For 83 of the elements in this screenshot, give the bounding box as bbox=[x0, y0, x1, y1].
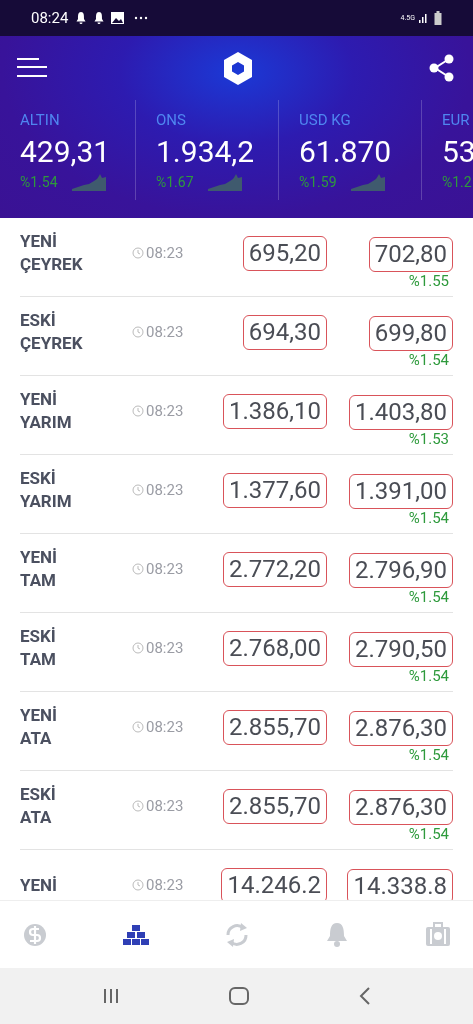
change-percent: %1.54 bbox=[408, 824, 449, 843]
buy-price: 2.855,70 bbox=[223, 709, 327, 745]
update-time: 08:23 bbox=[146, 637, 184, 659]
update-time: 08:23 bbox=[146, 400, 184, 422]
clock-icon bbox=[132, 642, 144, 654]
change-percent: %1.53 bbox=[408, 429, 449, 448]
sell-price: 2.790,50 bbox=[349, 631, 453, 667]
item-name: ESKİ ÇEYREK bbox=[20, 309, 84, 355]
ticker-panel[interactable]: ALTIN 429,31 %1.54 bbox=[0, 100, 136, 200]
buy-price: 2.772,20 bbox=[223, 551, 327, 587]
ticker-value: 53 bbox=[442, 133, 473, 171]
ticker-label: USD KG bbox=[299, 110, 352, 130]
clock-icon bbox=[132, 721, 144, 733]
item-name: YENİ ATA bbox=[20, 704, 59, 750]
back-button[interactable] bbox=[358, 987, 371, 1005]
update-time: 08:23 bbox=[146, 321, 184, 343]
more-icon bbox=[135, 16, 148, 20]
sell-price: 702,80 bbox=[368, 236, 453, 272]
recent-apps-button[interactable] bbox=[102, 988, 119, 1004]
ticker-change: %1.67 bbox=[156, 173, 194, 191]
ticker-panel[interactable]: ONS 1.934,2 %1.67 bbox=[136, 100, 279, 200]
clock-icon bbox=[132, 326, 144, 338]
status-time: 08:24 bbox=[31, 7, 69, 29]
item-name: YENİ ÇEYREK bbox=[20, 230, 84, 276]
sell-price: 1.403,80 bbox=[349, 394, 453, 430]
ticker-label: ONS bbox=[156, 110, 187, 130]
image-icon bbox=[111, 12, 125, 24]
sell-price: 699,80 bbox=[368, 315, 453, 351]
item-name: ESKİ ATA bbox=[20, 783, 57, 829]
update-time: 08:23 bbox=[146, 716, 184, 738]
menu-icon[interactable] bbox=[17, 58, 47, 78]
bell-icon bbox=[76, 12, 86, 24]
signal-icon bbox=[418, 12, 430, 24]
clock-icon bbox=[132, 484, 144, 496]
update-time: 08:23 bbox=[146, 795, 184, 817]
sell-price: 2.876,30 bbox=[349, 710, 453, 746]
sell-price: 2.796,90 bbox=[349, 552, 453, 588]
battery-icon bbox=[434, 11, 442, 25]
clock-icon bbox=[132, 800, 144, 812]
ticker-panel[interactable]: EUR 53 %1.2 bbox=[422, 100, 473, 200]
update-time: 08:23 bbox=[146, 874, 184, 896]
share-icon[interactable] bbox=[428, 54, 456, 82]
ticker-label: EUR bbox=[442, 110, 471, 130]
ticker-panel[interactable]: USD KG 61.870 %1.59 bbox=[279, 100, 422, 200]
sell-price: 1.391,00 bbox=[349, 473, 453, 509]
buy-price: 2.768,00 bbox=[223, 630, 327, 666]
change-percent: %1.54 bbox=[408, 587, 449, 606]
clock-icon bbox=[132, 247, 144, 259]
buy-price: 1.377,60 bbox=[223, 472, 327, 508]
item-name: YENİ bbox=[20, 873, 59, 897]
buy-price: 1.386,10 bbox=[223, 393, 327, 429]
ticker-change: %1.54 bbox=[20, 173, 58, 191]
update-time: 08:23 bbox=[146, 242, 184, 264]
clock-icon bbox=[132, 879, 144, 891]
change-percent: %1.54 bbox=[408, 508, 449, 527]
home-button[interactable] bbox=[228, 987, 249, 1005]
change-percent: %1.54 bbox=[408, 745, 449, 764]
bell-icon bbox=[94, 12, 104, 24]
ticker-change: %1.59 bbox=[299, 173, 337, 191]
ticker-label: ALTIN bbox=[20, 110, 61, 130]
sparkline bbox=[207, 173, 242, 191]
clock-icon bbox=[132, 405, 144, 417]
item-name: ESKİ YARIM bbox=[20, 467, 73, 513]
clock-icon bbox=[132, 563, 144, 575]
item-name: YENİ TAM bbox=[20, 546, 59, 592]
ticker-value: 429,31 bbox=[20, 133, 112, 171]
change-percent: %1.54 bbox=[408, 666, 449, 685]
update-time: 08:23 bbox=[146, 558, 184, 580]
buy-price: 2.855,70 bbox=[223, 788, 327, 824]
ticker-value: 61.870 bbox=[299, 133, 393, 171]
buy-price: 695,20 bbox=[242, 235, 327, 271]
buy-price: 694,30 bbox=[242, 314, 327, 350]
sparkline bbox=[350, 173, 385, 191]
sparkline bbox=[71, 173, 106, 191]
change-percent: %1.55 bbox=[408, 271, 449, 290]
update-time: 08:23 bbox=[146, 479, 184, 501]
ticker-change: %1.2 bbox=[442, 173, 472, 191]
hexagon-logo-icon bbox=[222, 51, 253, 85]
sell-price: 2.876,30 bbox=[349, 789, 453, 825]
ticker-value: 1.934,2 bbox=[156, 133, 256, 171]
item-name: ESKİ TAM bbox=[20, 625, 57, 671]
item-name: YENİ YARIM bbox=[20, 388, 73, 434]
change-percent: %1.54 bbox=[408, 350, 449, 369]
